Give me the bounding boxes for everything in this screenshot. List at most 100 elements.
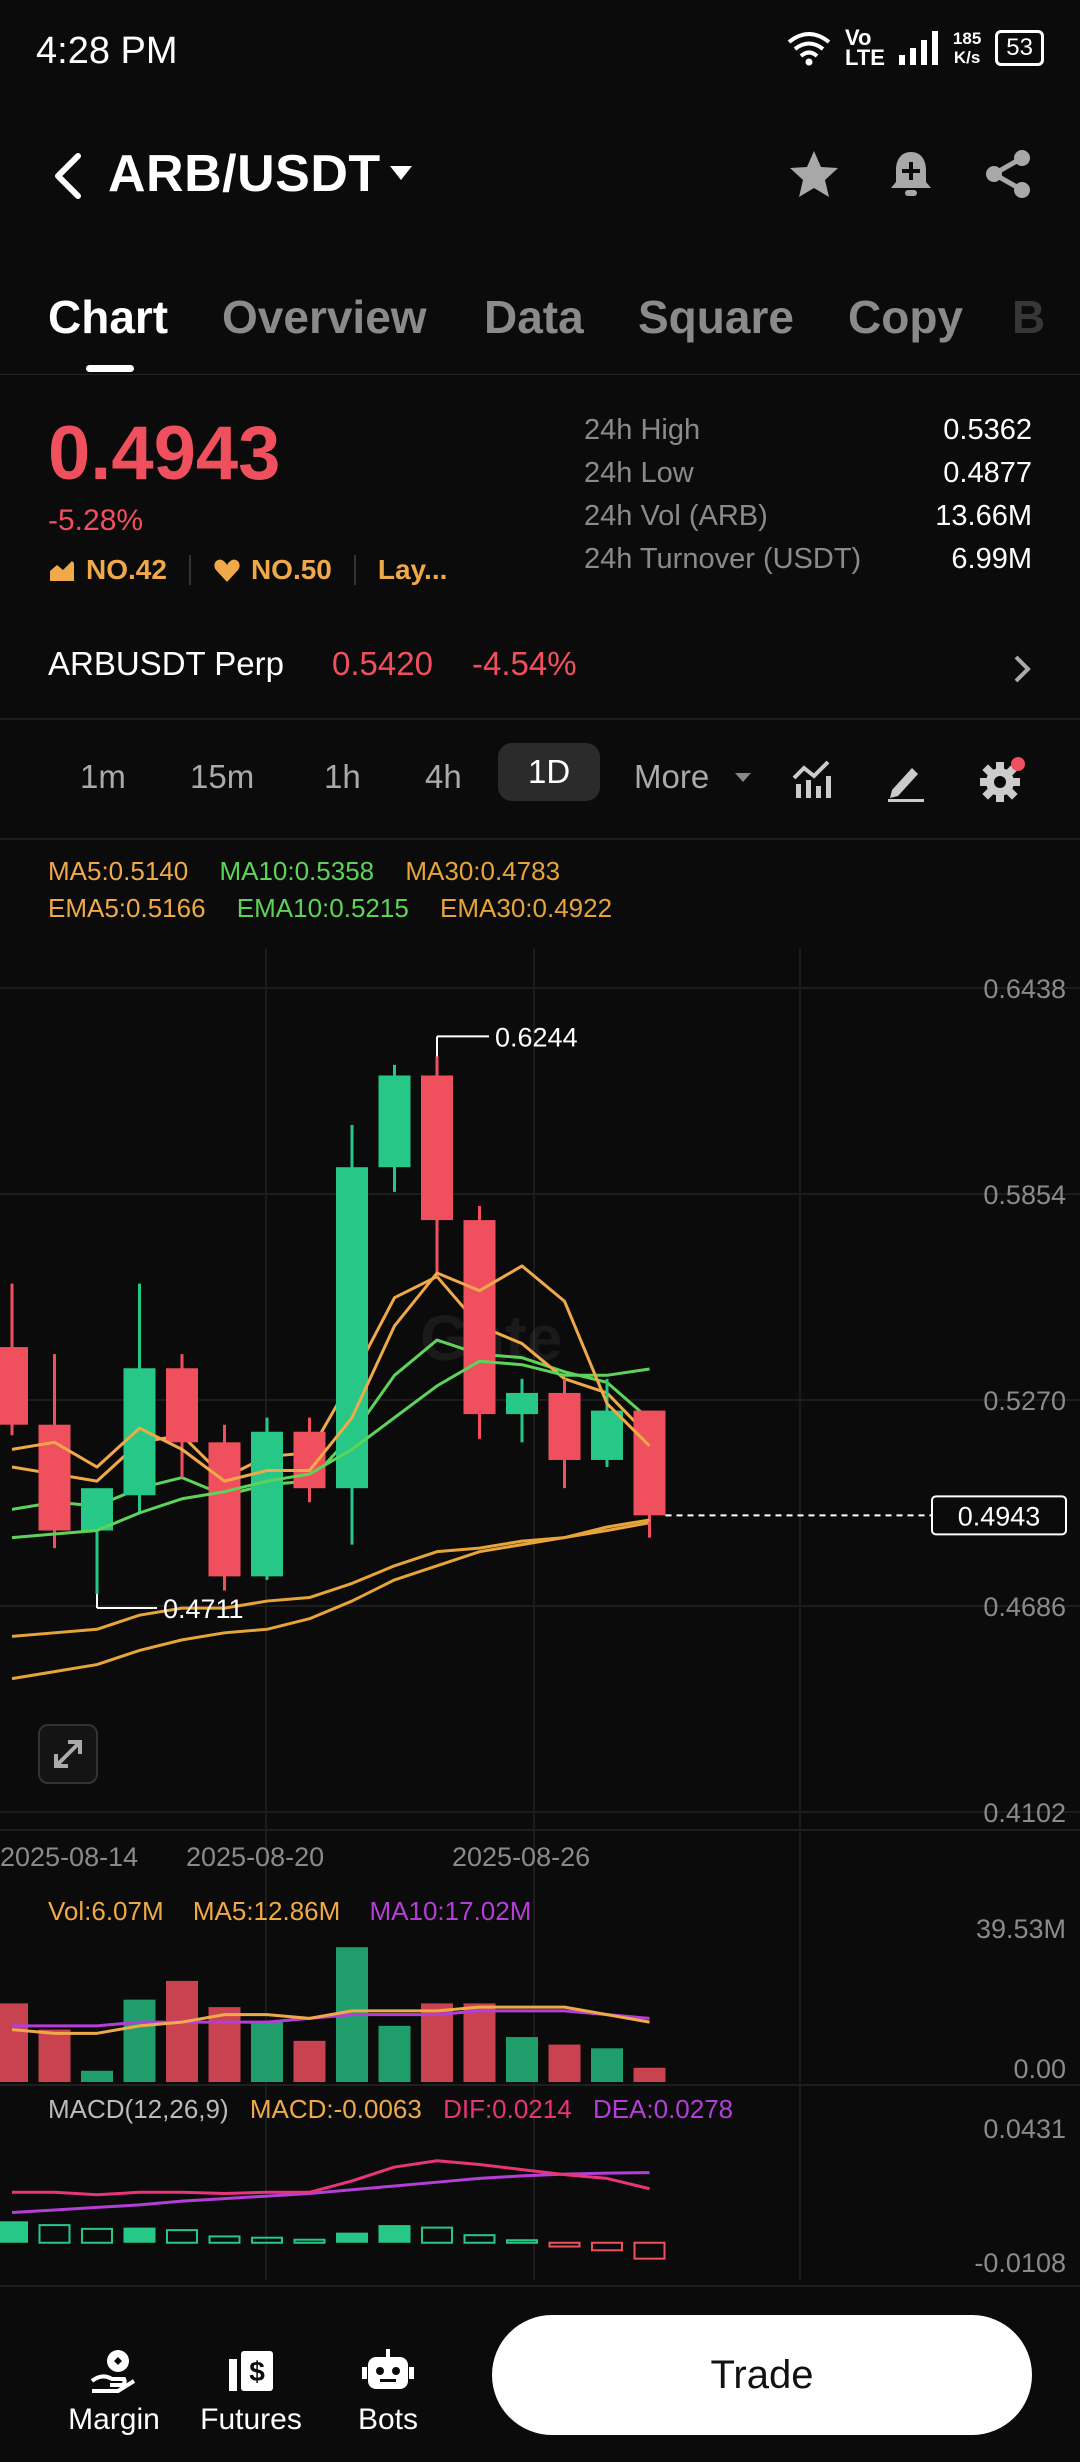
- volume-y-tick: 39.53M: [976, 1914, 1066, 1944]
- robot-icon: [362, 2349, 414, 2389]
- stat-row: 24h High 0.5362: [584, 414, 1032, 457]
- volume-bar[interactable]: [633, 2067, 666, 2082]
- volume-bar[interactable]: [123, 1999, 156, 2082]
- macd-value-label: MACD:-0.0063: [249, 2094, 422, 2124]
- tab-data[interactable]: Data: [484, 290, 584, 344]
- tab-overview[interactable]: Overview: [222, 290, 427, 344]
- share-icon[interactable]: [980, 146, 1036, 202]
- stat-row: 24h Turnover (USDT) 6.99M: [584, 543, 1032, 586]
- macd-histogram-bar[interactable]: [123, 2227, 156, 2243]
- timeframe-1d[interactable]: 1D: [498, 743, 601, 801]
- wifi-icon: [787, 32, 831, 66]
- bell-plus-icon[interactable]: [883, 146, 939, 202]
- macd-histogram-bar[interactable]: [548, 2241, 581, 2248]
- macd-histogram-bar[interactable]: [506, 2239, 538, 2244]
- candle-body[interactable]: [208, 1442, 241, 1577]
- macd-histogram-bar[interactable]: [591, 2241, 623, 2252]
- draw-pencil-icon[interactable]: [884, 758, 928, 802]
- candlestick-chart[interactable]: 0.6438 0.5854 0.5270 0.4686 0.4102 2025-08-14…: [0, 840, 1080, 2285]
- stat-label: 24h Low: [584, 457, 694, 489]
- tab-more[interactable]: B: [1012, 290, 1045, 344]
- nav-futures[interactable]: $ Futures: [191, 2347, 311, 2437]
- volume-bar[interactable]: [463, 2003, 496, 2082]
- macd-histogram-bar[interactable]: [378, 2225, 411, 2243]
- volume-bar[interactable]: [81, 2070, 113, 2082]
- settings-gear-icon[interactable]: [978, 756, 1026, 804]
- volume-bar[interactable]: [591, 2048, 623, 2082]
- macd-histogram-bar[interactable]: [0, 2221, 28, 2243]
- candle-body[interactable]: [633, 1410, 666, 1516]
- candle-body[interactable]: [591, 1410, 623, 1460]
- candle-body[interactable]: [0, 1347, 28, 1425]
- volume-bar[interactable]: [0, 2003, 28, 2082]
- caret-down-icon[interactable]: [734, 772, 752, 784]
- nav-margin[interactable]: Margin: [54, 2347, 174, 2437]
- fullscreen-button[interactable]: [38, 1724, 98, 1784]
- candle-body[interactable]: [421, 1075, 453, 1221]
- tab-copy[interactable]: Copy: [848, 290, 963, 344]
- back-arrow-icon[interactable]: [46, 148, 94, 204]
- x-tick-label: 2025-08-14: [0, 1842, 138, 1872]
- speed-value: 185: [952, 29, 982, 48]
- trade-button[interactable]: Trade: [492, 2315, 1032, 2435]
- volume-bar[interactable]: [378, 2025, 411, 2082]
- timeframe-more[interactable]: More: [634, 758, 709, 796]
- chevron-right-icon: [1014, 655, 1031, 683]
- timeframe-1m[interactable]: 1m: [80, 758, 126, 796]
- macd-histogram-bar[interactable]: [633, 2241, 666, 2260]
- price-change-pct: -5.28%: [48, 504, 144, 537]
- candle-body[interactable]: [506, 1392, 538, 1415]
- volume-bar[interactable]: [293, 2040, 326, 2082]
- volume-bar[interactable]: [166, 1980, 198, 2082]
- y-tick-label: 0.5270: [983, 1386, 1066, 1416]
- rank-badge-2[interactable]: NO.50: [251, 554, 332, 586]
- macd-histogram-bar[interactable]: [38, 2224, 71, 2244]
- timeframe-15m[interactable]: 15m: [190, 758, 254, 796]
- timeframe-4h[interactable]: 4h: [425, 758, 462, 796]
- macd-histogram-bar[interactable]: [208, 2235, 241, 2244]
- candle-body[interactable]: [463, 1220, 496, 1415]
- y-tick-label: 0.4102: [983, 1798, 1066, 1828]
- macd-histogram-bar[interactable]: [463, 2234, 496, 2244]
- low-price-label: 0.4711: [163, 1594, 244, 1624]
- margin-icon: [90, 2350, 136, 2393]
- volume-bar[interactable]: [251, 2022, 283, 2082]
- header: ARB/USDT: [0, 130, 1080, 220]
- macd-histogram-bar[interactable]: [81, 2227, 113, 2244]
- volume-bar[interactable]: [506, 2037, 538, 2082]
- candle-body[interactable]: [378, 1075, 411, 1168]
- macd-histogram-bar[interactable]: [166, 2229, 198, 2244]
- macd-histogram-bar[interactable]: [421, 2226, 453, 2244]
- volume-bar[interactable]: [548, 2044, 581, 2082]
- ma30-line: [11, 1518, 650, 1681]
- indicators-icon[interactable]: [790, 756, 834, 800]
- pair-title[interactable]: ARB/USDT: [108, 144, 381, 204]
- candle-body[interactable]: [293, 1431, 326, 1489]
- badge-divider: [353, 555, 356, 585]
- rank-badges: NO.42 NO.50 Lay...: [48, 554, 447, 586]
- perp-row[interactable]: ARBUSDT Perp 0.5420 -4.54%: [48, 645, 1032, 695]
- x-tick-label: 2025-08-26: [452, 1842, 590, 1872]
- rank-badge-1[interactable]: NO.42: [86, 554, 167, 586]
- candle-body[interactable]: [251, 1431, 283, 1577]
- caret-down-icon[interactable]: [388, 164, 414, 184]
- tab-bar: Chart Overview Data Square Copy B: [0, 270, 1080, 375]
- macd-histogram-bar[interactable]: [293, 2238, 326, 2244]
- candle-body[interactable]: [38, 1424, 71, 1531]
- volume-legend: Vol:6.07M MA5:12.86M MA10:17.02M: [48, 1896, 531, 1927]
- candle-body[interactable]: [123, 1368, 156, 1496]
- rank-badge-3[interactable]: Lay...: [378, 554, 448, 586]
- tab-chart[interactable]: Chart: [48, 290, 168, 344]
- timeframe-1h[interactable]: 1h: [324, 758, 361, 796]
- star-icon[interactable]: [786, 146, 842, 202]
- macd-histogram-bar[interactable]: [336, 2232, 368, 2243]
- volume-bar[interactable]: [38, 2029, 71, 2082]
- candle-body[interactable]: [166, 1368, 198, 1443]
- tab-square[interactable]: Square: [638, 290, 794, 344]
- nav-bots[interactable]: Bots: [328, 2347, 448, 2437]
- heart-fire-icon: [214, 559, 240, 582]
- candle-body[interactable]: [81, 1488, 113, 1531]
- volume-bar[interactable]: [208, 2007, 241, 2082]
- candle-body[interactable]: [548, 1392, 581, 1460]
- nav-label: Futures: [200, 2403, 302, 2436]
